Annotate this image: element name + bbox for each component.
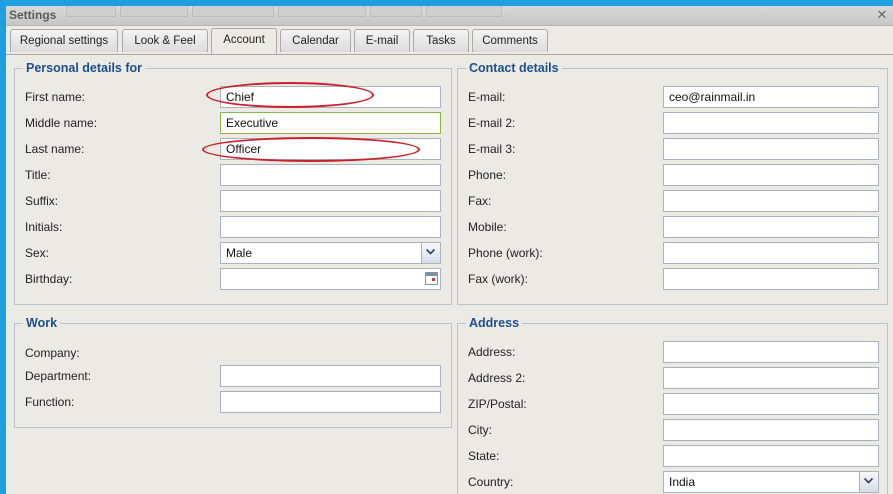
zip-postal-label: ZIP/Postal: (468, 397, 527, 411)
department-field[interactable] (220, 365, 441, 387)
email-3-label: E-mail 3: (468, 142, 516, 156)
phone-work-label: Phone (work): (468, 246, 543, 260)
initials-label: Initials: (25, 220, 63, 234)
tab-calendar[interactable]: Calendar (280, 29, 351, 52)
mobile-label: Mobile: (468, 220, 507, 234)
address-legend: Address (469, 316, 520, 330)
city-label: City: (468, 423, 492, 437)
sex-select[interactable]: Male (220, 242, 441, 264)
chevron-down-icon[interactable] (421, 243, 440, 263)
address-2-field[interactable] (663, 367, 879, 389)
department-label: Department: (25, 369, 92, 383)
first-name-label: First name: (25, 90, 86, 104)
email-label: E-mail: (468, 90, 506, 104)
address-field[interactable] (663, 341, 879, 363)
birthday-label: Birthday: (25, 272, 73, 286)
sex-label: Sex: (25, 246, 50, 260)
last-name-field[interactable]: Officer (220, 138, 441, 160)
contact-details-legend: Contact details (469, 61, 559, 75)
zip-postal-field[interactable] (663, 393, 879, 415)
work-legend: Work (26, 316, 58, 330)
title-bar[interactable]: Settings ✕ (6, 6, 893, 26)
fax-work-field[interactable] (663, 268, 879, 290)
chevron-down-icon[interactable] (859, 472, 878, 492)
dialog-title: Settings (9, 8, 57, 22)
address-label: Address: (468, 345, 516, 359)
tab-comments[interactable]: Comments (472, 29, 548, 52)
email-2-label: E-mail 2: (468, 116, 516, 130)
email-2-field[interactable] (663, 112, 879, 134)
mobile-field[interactable] (663, 216, 879, 238)
settings-dialog: Settings ✕ Regional settings Look & Feel… (6, 6, 893, 494)
tab-tasks[interactable]: Tasks (413, 29, 469, 52)
suffix-field[interactable] (220, 190, 441, 212)
calendar-icon[interactable] (425, 272, 438, 285)
country-selected-value: India (669, 475, 696, 489)
first-name-field[interactable]: Chief (220, 86, 441, 108)
email-field[interactable]: ceo@rainmail.in (663, 86, 879, 108)
fax-label: Fax: (468, 194, 492, 208)
function-field[interactable] (220, 391, 441, 413)
email-3-field[interactable] (663, 138, 879, 160)
address-2-label: Address 2: (468, 371, 526, 385)
birthday-field[interactable] (220, 268, 441, 290)
country-label: Country: (468, 475, 514, 489)
background-tabs (66, 6, 502, 17)
phone-work-field[interactable] (663, 242, 879, 264)
phone-field[interactable] (663, 164, 879, 186)
initials-field[interactable] (220, 216, 441, 238)
screenshot-frame: Settings ✕ Regional settings Look & Feel… (0, 0, 893, 494)
state-field[interactable] (663, 445, 879, 467)
middle-name-label: Middle name: (25, 116, 98, 130)
function-label: Function: (25, 395, 75, 409)
middle-name-field[interactable]: Executive (220, 112, 441, 134)
tab-account[interactable]: Account (211, 28, 277, 54)
last-name-label: Last name: (25, 142, 85, 156)
tab-look-and-feel[interactable]: Look & Feel (122, 29, 208, 52)
tab-regional-settings[interactable]: Regional settings (10, 29, 118, 52)
tab-email[interactable]: E-mail (354, 29, 410, 52)
suffix-label: Suffix: (25, 194, 59, 208)
country-select[interactable]: India (663, 471, 879, 493)
fax-work-label: Fax (work): (468, 272, 528, 286)
tab-bar: Regional settings Look & Feel Account Ca… (6, 26, 893, 55)
state-label: State: (468, 449, 500, 463)
fax-field[interactable] (663, 190, 879, 212)
city-field[interactable] (663, 419, 879, 441)
phone-label: Phone: (468, 168, 507, 182)
title-field[interactable] (220, 164, 441, 186)
company-label: Company: (25, 346, 80, 360)
close-icon[interactable]: ✕ (875, 8, 889, 22)
sex-selected-value: Male (226, 246, 253, 260)
personal-details-legend: Personal details for (26, 61, 143, 75)
title-label: Title: (25, 168, 51, 182)
